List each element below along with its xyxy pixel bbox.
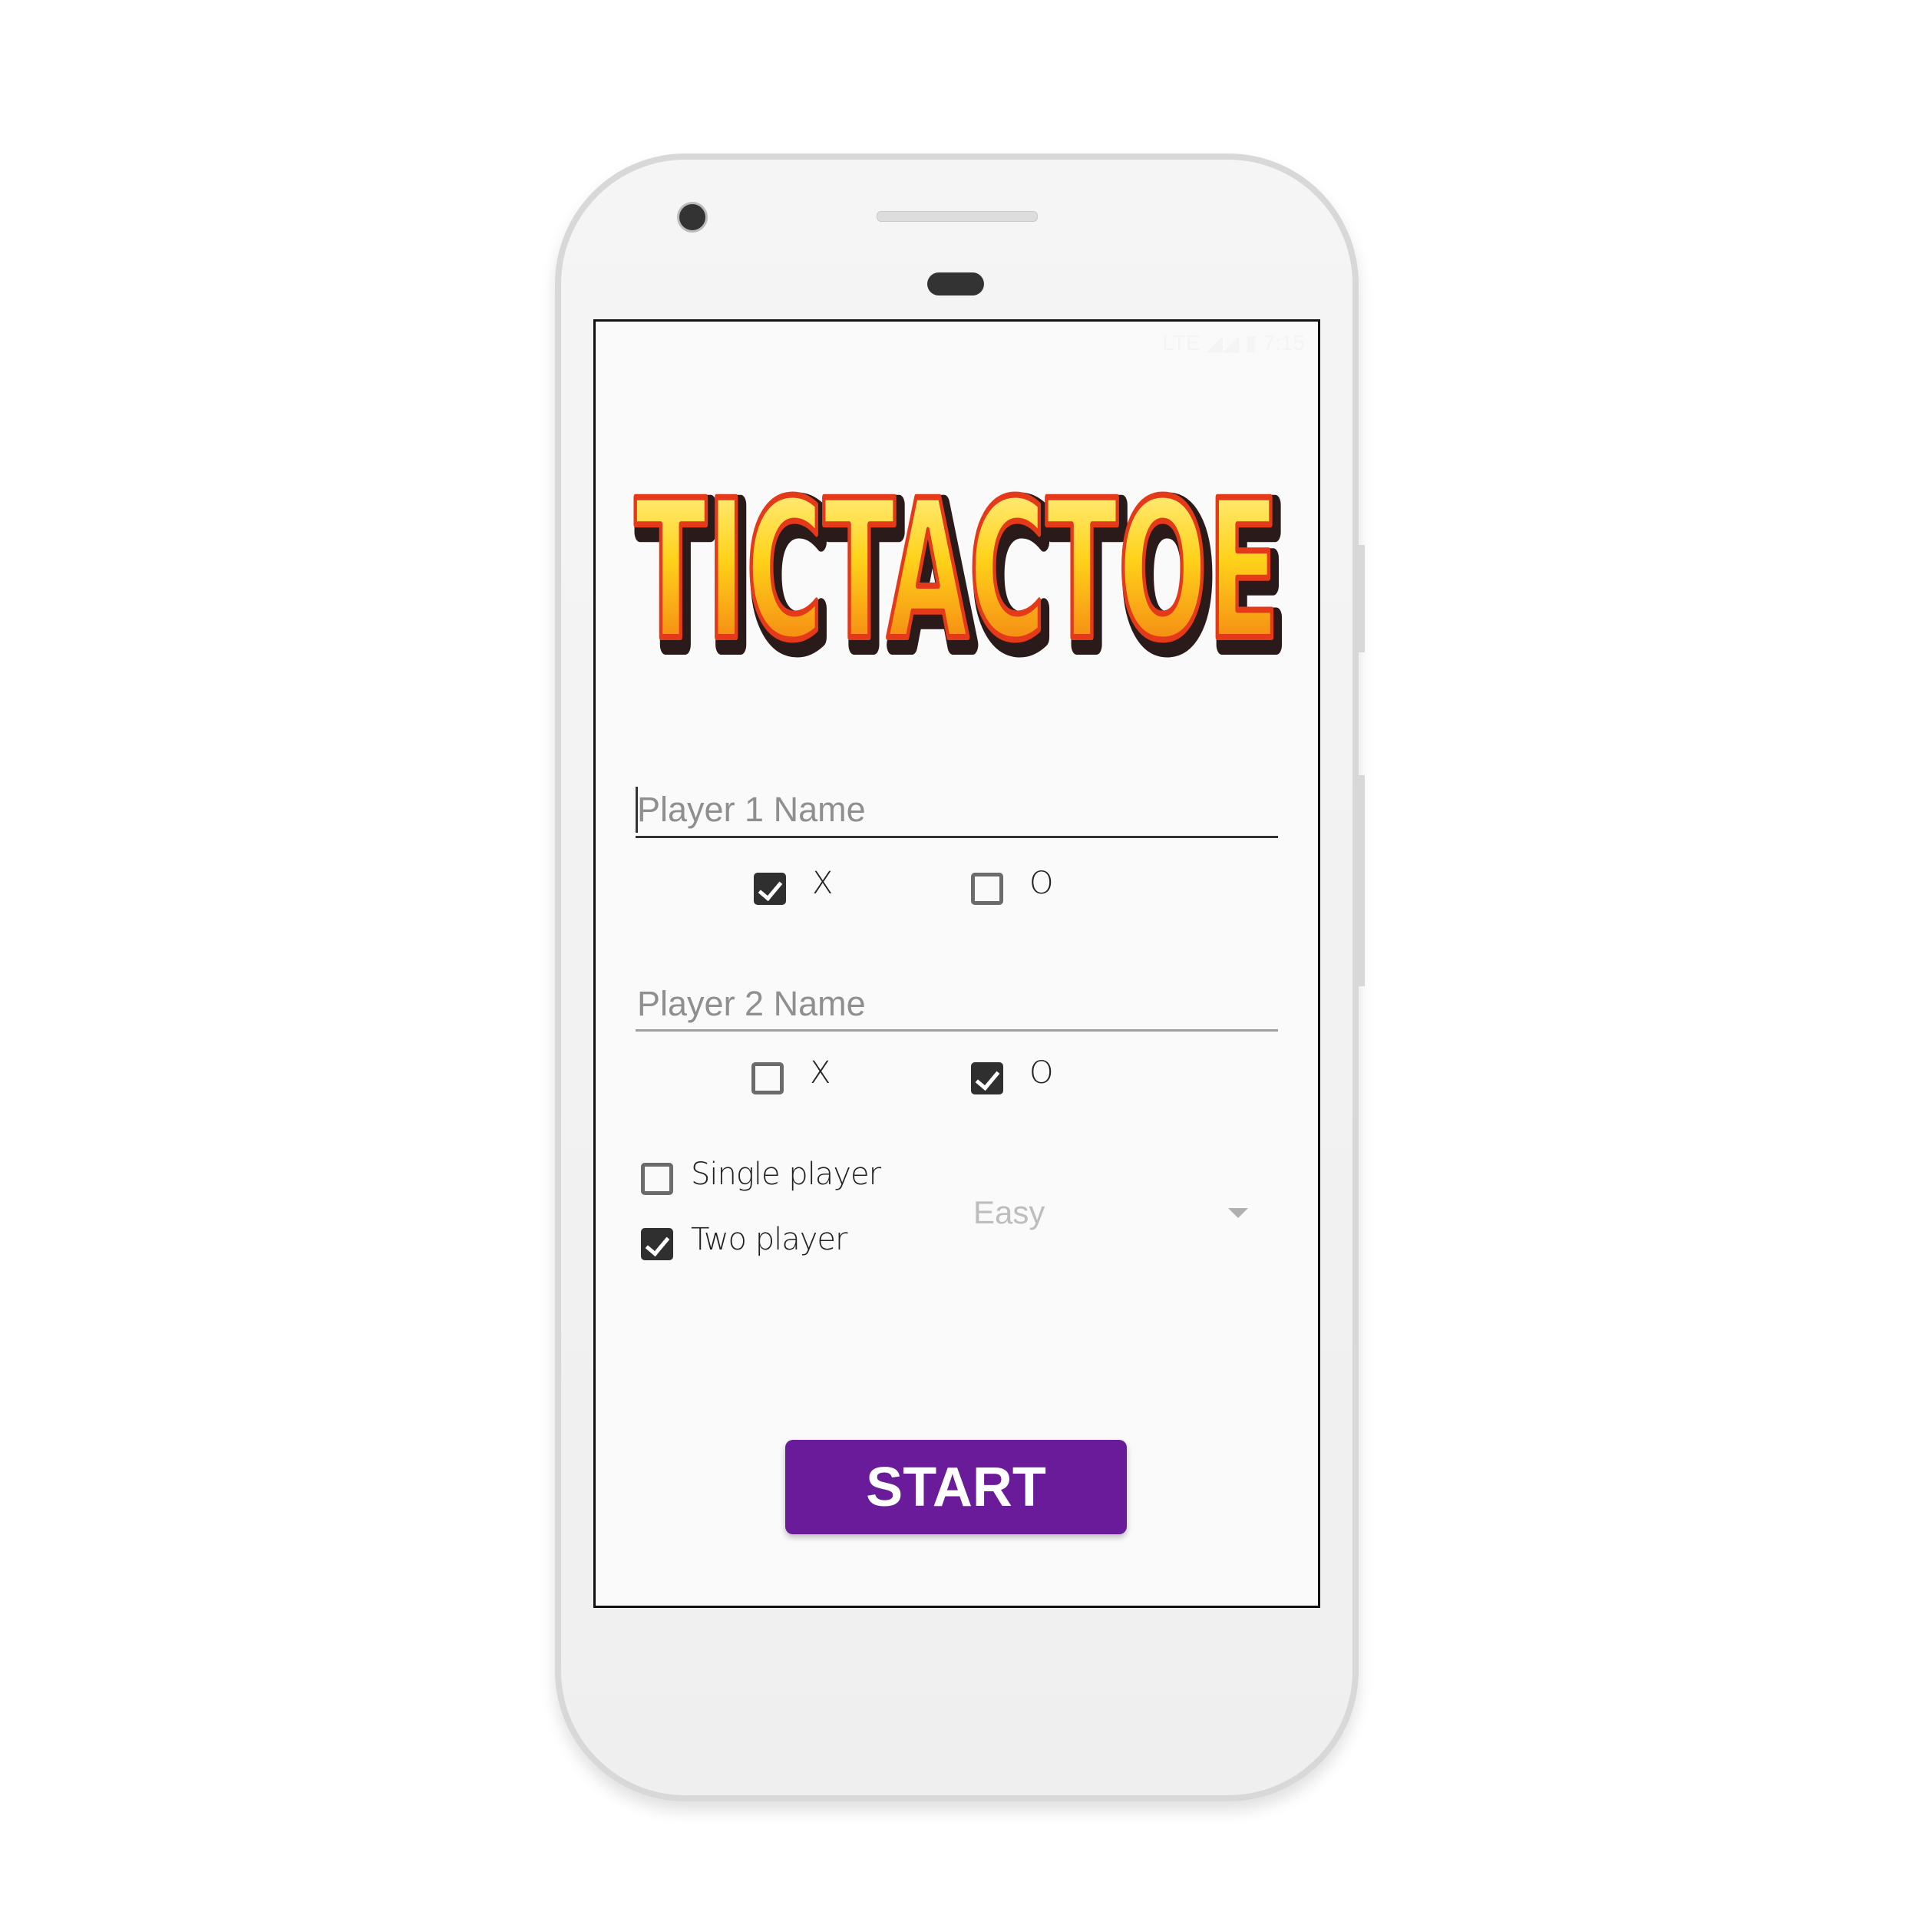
player2-x-checkbox[interactable] xyxy=(751,1062,784,1094)
player2-o-checkbox[interactable] xyxy=(971,1062,1003,1094)
front-camera-icon xyxy=(677,202,708,233)
earpiece-speaker xyxy=(877,211,1038,222)
player2-underline xyxy=(636,1029,1278,1032)
player2-o-label: O xyxy=(1029,1055,1054,1091)
two-player-checkbox[interactable] xyxy=(641,1228,673,1260)
single-player-label: Single player xyxy=(691,1157,881,1192)
status-bar: LTE ◢◢ ▮ 7:15 xyxy=(614,330,1305,361)
network-label: LTE xyxy=(1162,331,1200,355)
player1-o-label: O xyxy=(1029,866,1054,901)
single-player-checkbox[interactable] xyxy=(641,1163,673,1195)
player1-underline xyxy=(636,836,1278,838)
volume-button xyxy=(1359,775,1365,986)
dropdown-arrow-icon xyxy=(1228,1208,1248,1218)
start-button[interactable]: START xyxy=(785,1440,1127,1534)
tictactoe-logo: TICTACTOE TICTACTOE xyxy=(629,468,1290,675)
player1-x-label: X xyxy=(812,866,833,901)
player1-name-input[interactable]: Player 1 Name xyxy=(636,787,1278,840)
power-button xyxy=(1359,545,1365,652)
difficulty-spinner[interactable]: Easy xyxy=(967,1190,1259,1243)
proximity-sensor xyxy=(927,272,984,295)
player2-x-label: X xyxy=(810,1055,831,1091)
difficulty-selected: Easy xyxy=(973,1194,1045,1230)
player1-placeholder: Player 1 Name xyxy=(637,790,866,829)
player1-o-checkbox[interactable] xyxy=(971,873,1003,905)
two-player-label: Two player xyxy=(691,1222,847,1257)
player2-placeholder: Player 2 Name xyxy=(637,984,866,1023)
player2-name-input[interactable]: Player 2 Name xyxy=(636,981,1278,1035)
logo-text: TICTACTOE xyxy=(635,468,1280,675)
signal-icon: ◢◢ ▮ xyxy=(1206,331,1257,355)
player1-x-checkbox[interactable] xyxy=(754,873,786,905)
clock: 7:15 xyxy=(1263,331,1306,355)
